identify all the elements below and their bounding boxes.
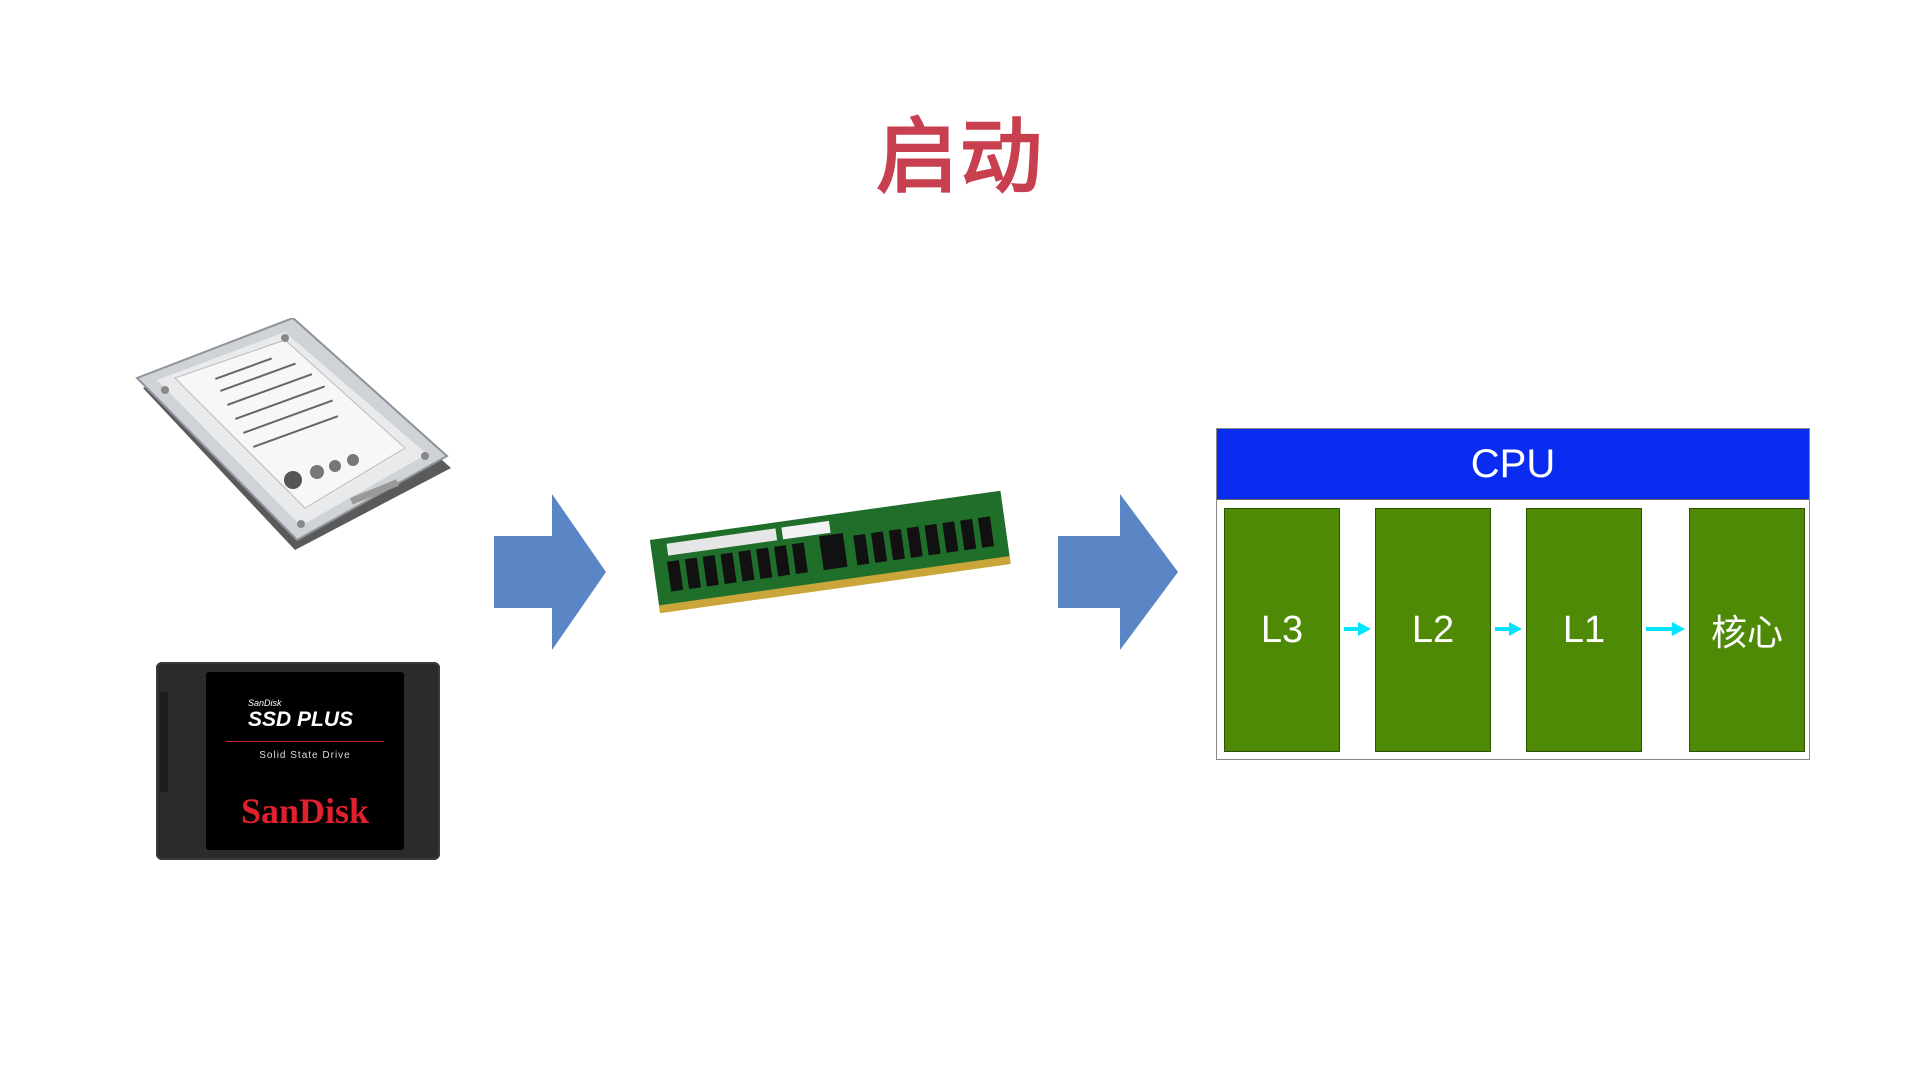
slide-title: 启动 (875, 110, 1044, 205)
cpu-box: CPU L3 L2 L1 核心 (1216, 428, 1810, 760)
arrow-right-icon (1058, 494, 1178, 650)
ssd-product-name: SSD PLUS (248, 708, 354, 731)
connector-arrow-icon (1495, 622, 1522, 636)
ssd-logo: SanDisk (240, 791, 370, 831)
ssd-label: SanDisk SSD PLUS Solid State Drive SanDi… (206, 672, 404, 850)
hard-disk-drive-image (135, 318, 451, 550)
connector-arrow-icon (1646, 622, 1685, 636)
ssd-notch (160, 692, 168, 792)
l1-cache-block: L1 (1526, 508, 1642, 752)
arrow-right-icon (494, 494, 606, 650)
ram-module-image (649, 490, 1011, 614)
cpu-header: CPU (1217, 429, 1809, 500)
l3-cache-block: L3 (1224, 508, 1340, 752)
ssd-drive-image: SanDisk SSD PLUS Solid State Drive SanDi… (156, 662, 440, 860)
l2-cache-block: L2 (1375, 508, 1491, 752)
ssd-brand-small: SanDisk (248, 698, 282, 708)
core-block: 核心 (1689, 508, 1805, 752)
ssd-divider (226, 741, 384, 742)
connector-arrow-icon (1344, 622, 1371, 636)
ssd-subtitle: Solid State Drive (259, 750, 351, 761)
